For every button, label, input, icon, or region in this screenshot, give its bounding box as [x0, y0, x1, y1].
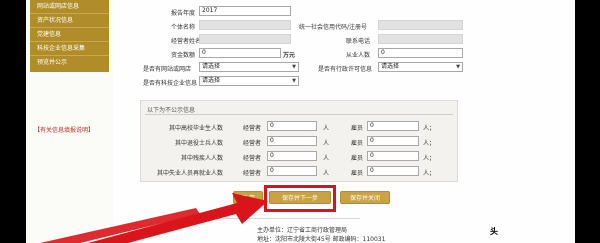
watermark-text: 悟空问答 [504, 226, 548, 239]
wukong-watermark: 头 悟空问答 [488, 224, 548, 240]
screenshot-frame: 网站或网店信息 资产状况信息 党建信息 科技企业信息采集 预览并公示 【有关信息… [0, 0, 600, 243]
wukong-logo-icon: 头 [488, 226, 500, 238]
red-arrow-icon [40, 193, 268, 243]
